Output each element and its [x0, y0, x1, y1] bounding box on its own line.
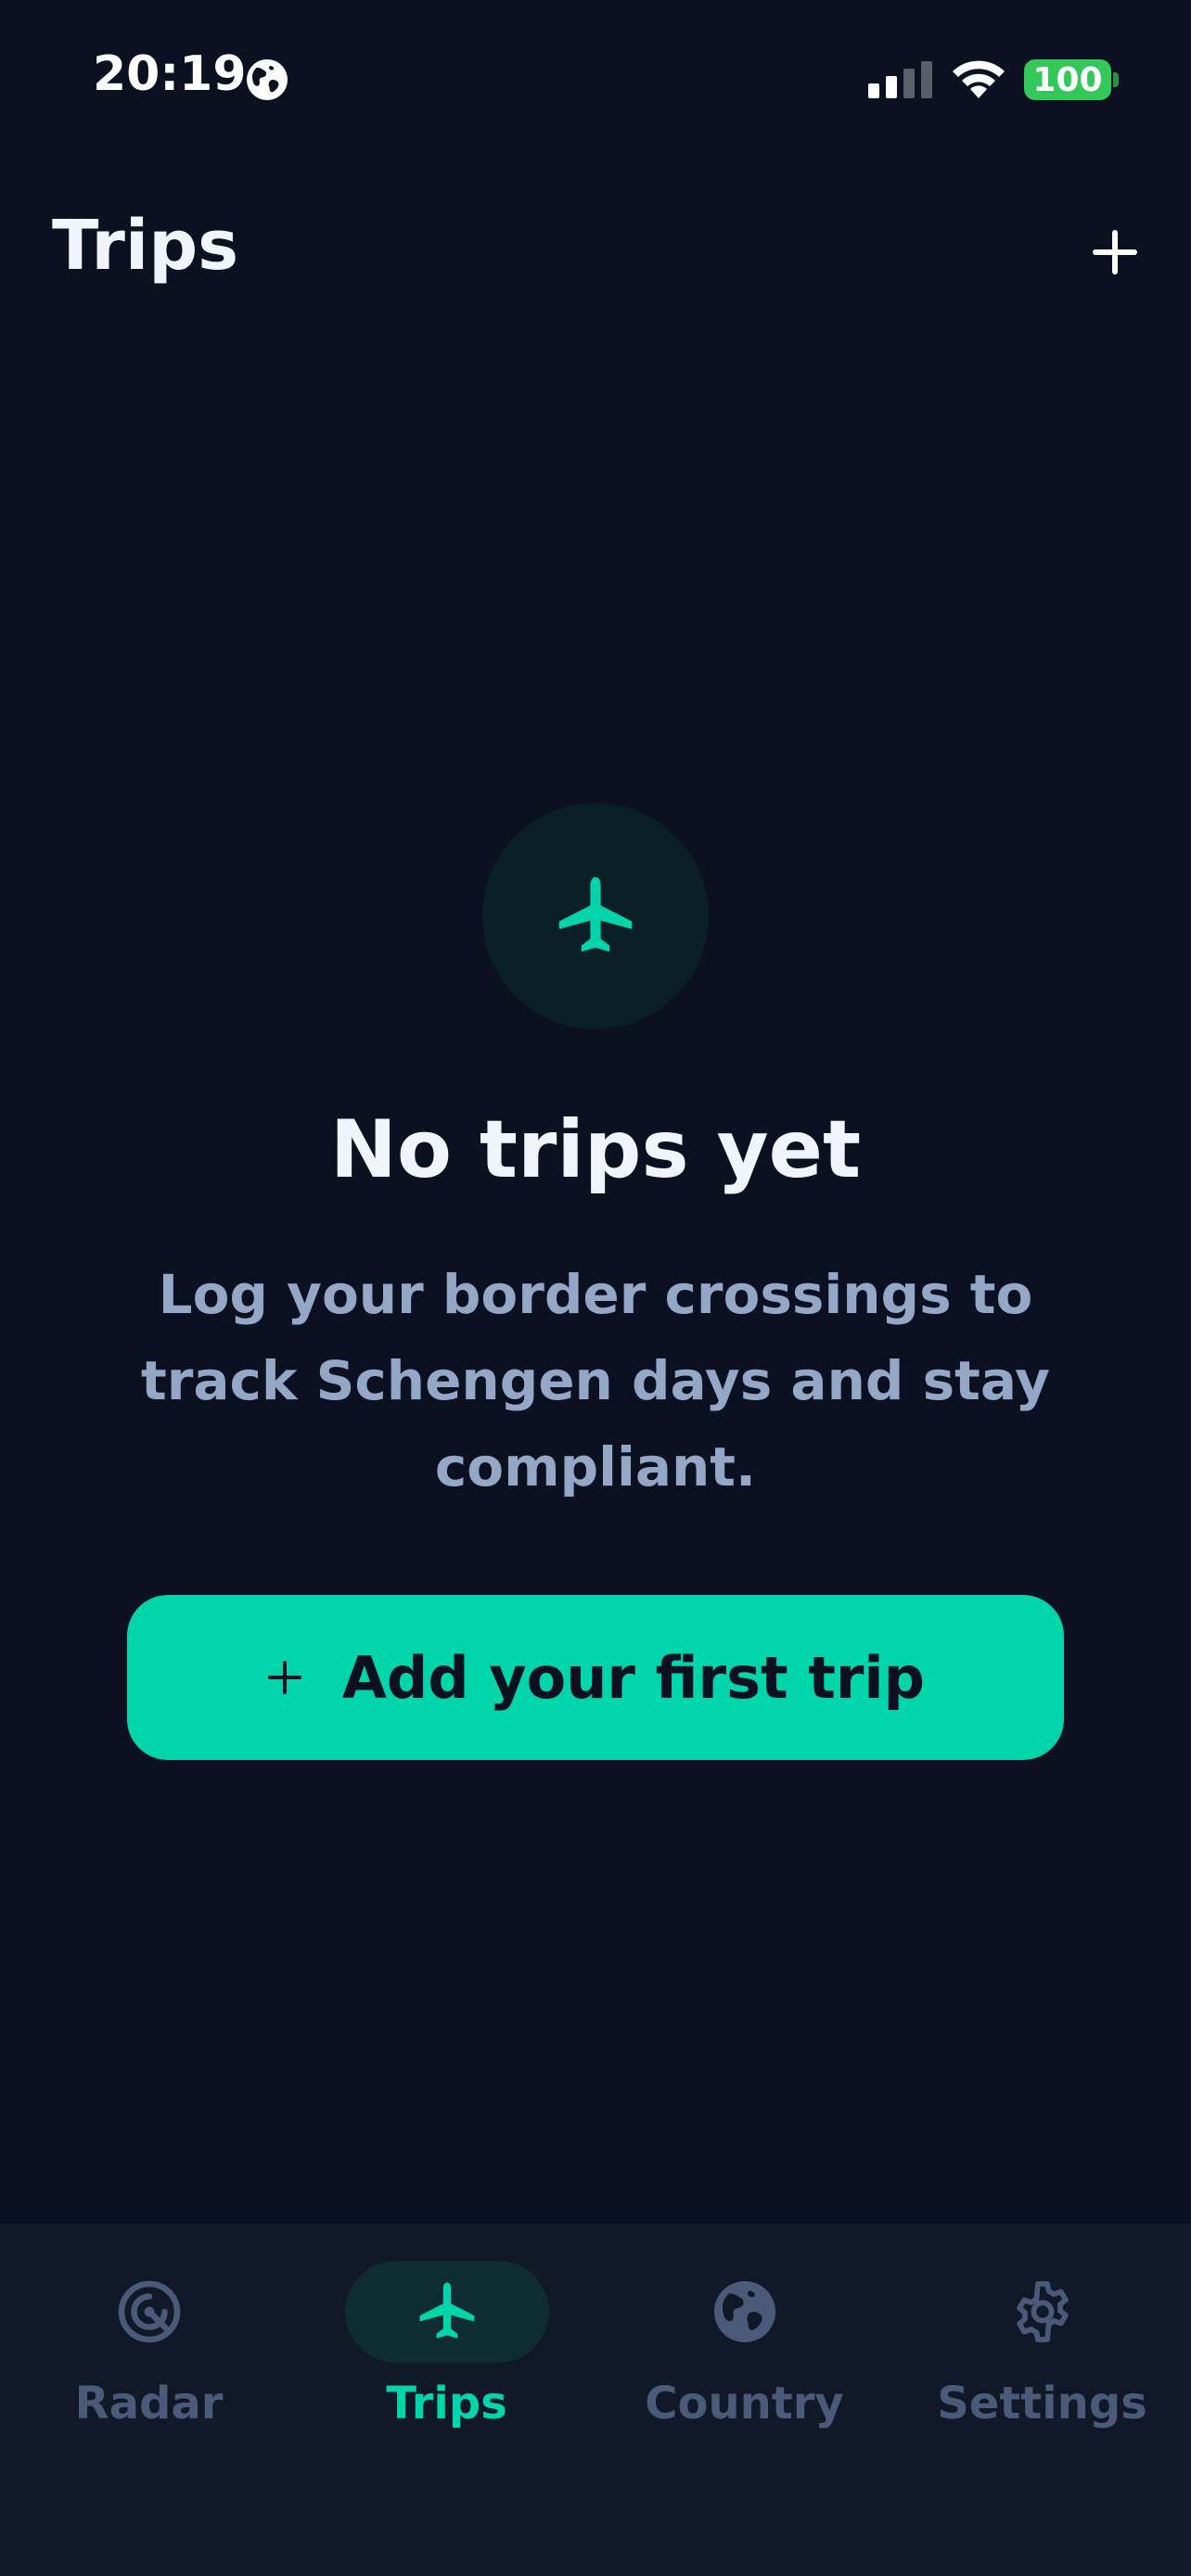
tab-icon-wrap-active: [344, 2261, 549, 2363]
radar-icon: [118, 2280, 180, 2343]
battery-indicator: 100: [1024, 59, 1111, 100]
tab-country[interactable]: Country: [596, 2224, 893, 2455]
globe-icon: [713, 2281, 775, 2342]
tab-label-trips: Trips: [386, 2378, 507, 2429]
plus-icon: [267, 1661, 301, 1694]
tab-label-radar: Radar: [74, 2378, 224, 2429]
airplane-icon: [558, 877, 633, 952]
battery-level: 100: [1032, 60, 1103, 99]
trips-screen: 20:19 100 Trips No trips yet Log your bo…: [0, 0, 1191, 2576]
add-first-trip-button[interactable]: Add your first trip: [127, 1595, 1064, 1760]
tab-radar[interactable]: Radar: [0, 2224, 298, 2455]
tab-label-country: Country: [645, 2378, 844, 2429]
plus-icon: [1093, 230, 1137, 274]
globe-icon: [247, 59, 288, 100]
empty-state-description: Log your border crossings to track Schen…: [141, 1263, 1050, 1498]
wifi-icon: [953, 60, 1005, 98]
tab-icon-wrap: [47, 2261, 251, 2363]
status-bar: 20:19 100: [0, 0, 1191, 158]
tab-label-settings: Settings: [937, 2378, 1147, 2429]
add-trip-header-button[interactable]: [1082, 219, 1148, 286]
tab-settings[interactable]: Settings: [893, 2224, 1191, 2455]
empty-state-icon-circle: [482, 803, 709, 1029]
status-time: 20:19: [93, 46, 247, 102]
gear-icon: [1016, 2281, 1069, 2342]
empty-state-title: No trips yet: [329, 1103, 862, 1196]
tab-bar: Radar Trips Country Settings: [0, 2224, 1191, 2576]
airplane-icon: [419, 2282, 474, 2339]
add-first-trip-label: Add your first trip: [341, 1643, 926, 1712]
battery-cap: [1113, 72, 1119, 87]
cellular-signal-icon: [868, 61, 932, 98]
tab-trips[interactable]: Trips: [298, 2224, 596, 2455]
tab-icon-wrap: [941, 2261, 1145, 2363]
page-title: Trips: [52, 206, 239, 286]
tab-icon-wrap: [643, 2261, 847, 2363]
